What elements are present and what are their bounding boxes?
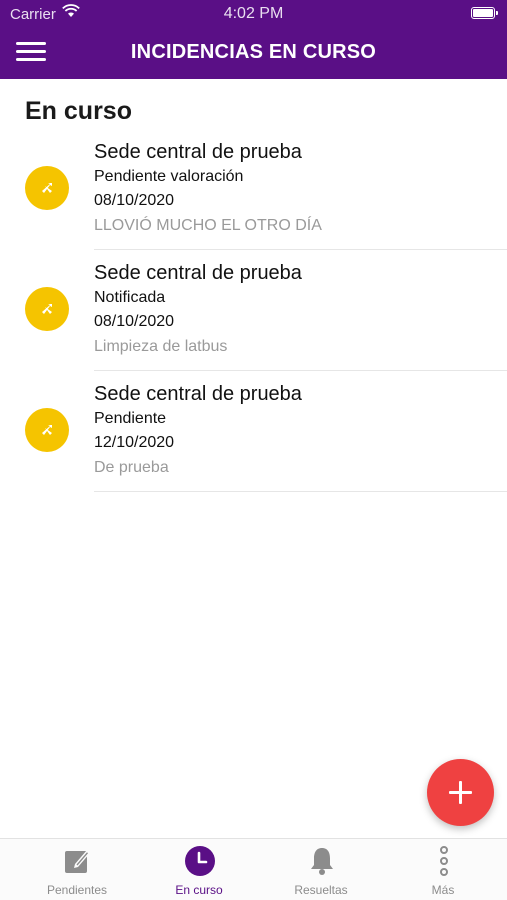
tab-label: En curso	[175, 883, 223, 897]
tab-resueltas[interactable]: Resueltas	[258, 839, 384, 900]
tab-en-curso[interactable]: En curso	[136, 839, 262, 900]
clock-icon	[185, 846, 215, 876]
tools-icon	[25, 166, 69, 210]
incident-date: 08/10/2020	[94, 313, 175, 330]
bell-icon	[311, 848, 333, 875]
divider	[94, 370, 507, 371]
incident-item[interactable]: Sede central de prueba Pendiente 12/10/2…	[0, 372, 507, 493]
incident-site: Sede central de prueba	[94, 383, 302, 405]
bottom-tab-bar: Pendientes En curso Resueltas Más	[0, 838, 507, 900]
incident-status: Pendiente	[94, 410, 167, 427]
incident-item[interactable]: Sede central de prueba Pendiente valorac…	[0, 130, 507, 251]
incident-list: Sede central de prueba Pendiente valorac…	[0, 130, 507, 493]
incident-description: LLOVIÓ MUCHO EL OTRO DÍA	[94, 217, 322, 234]
add-incident-button[interactable]	[427, 759, 494, 826]
incident-date: 12/10/2020	[94, 434, 175, 451]
tab-label: Resueltas	[294, 883, 348, 897]
edit-note-icon	[65, 850, 90, 873]
status-bar: Carrier 4:02 PM	[0, 0, 507, 28]
incident-status: Notificada	[94, 289, 166, 306]
tools-icon	[25, 287, 69, 331]
battery-icon	[471, 7, 498, 19]
incident-item[interactable]: Sede central de prueba Notificada 08/10/…	[0, 251, 507, 372]
status-time: 4:02 PM	[223, 5, 284, 22]
section-title: En curso	[25, 97, 132, 125]
tools-icon	[25, 408, 69, 452]
incident-site: Sede central de prueba	[94, 141, 302, 163]
incident-description: Limpieza de latbus	[94, 338, 228, 355]
app-header: Carrier 4:02 PM INCIDENCIAS EN CURSO	[0, 0, 507, 79]
divider	[94, 249, 507, 250]
incident-description: De prueba	[94, 459, 169, 476]
tab-label: Más	[431, 883, 455, 897]
incident-site: Sede central de prueba	[94, 262, 302, 284]
page-title: INCIDENCIAS EN CURSO	[130, 41, 377, 63]
divider	[94, 491, 507, 492]
tab-mas[interactable]: Más	[380, 839, 506, 900]
incident-date: 08/10/2020	[94, 192, 175, 209]
more-vertical-icon	[440, 846, 448, 876]
tab-label: Pendientes	[46, 883, 108, 897]
incident-status: Pendiente valoración	[94, 168, 244, 185]
tab-pendientes[interactable]: Pendientes	[14, 839, 140, 900]
